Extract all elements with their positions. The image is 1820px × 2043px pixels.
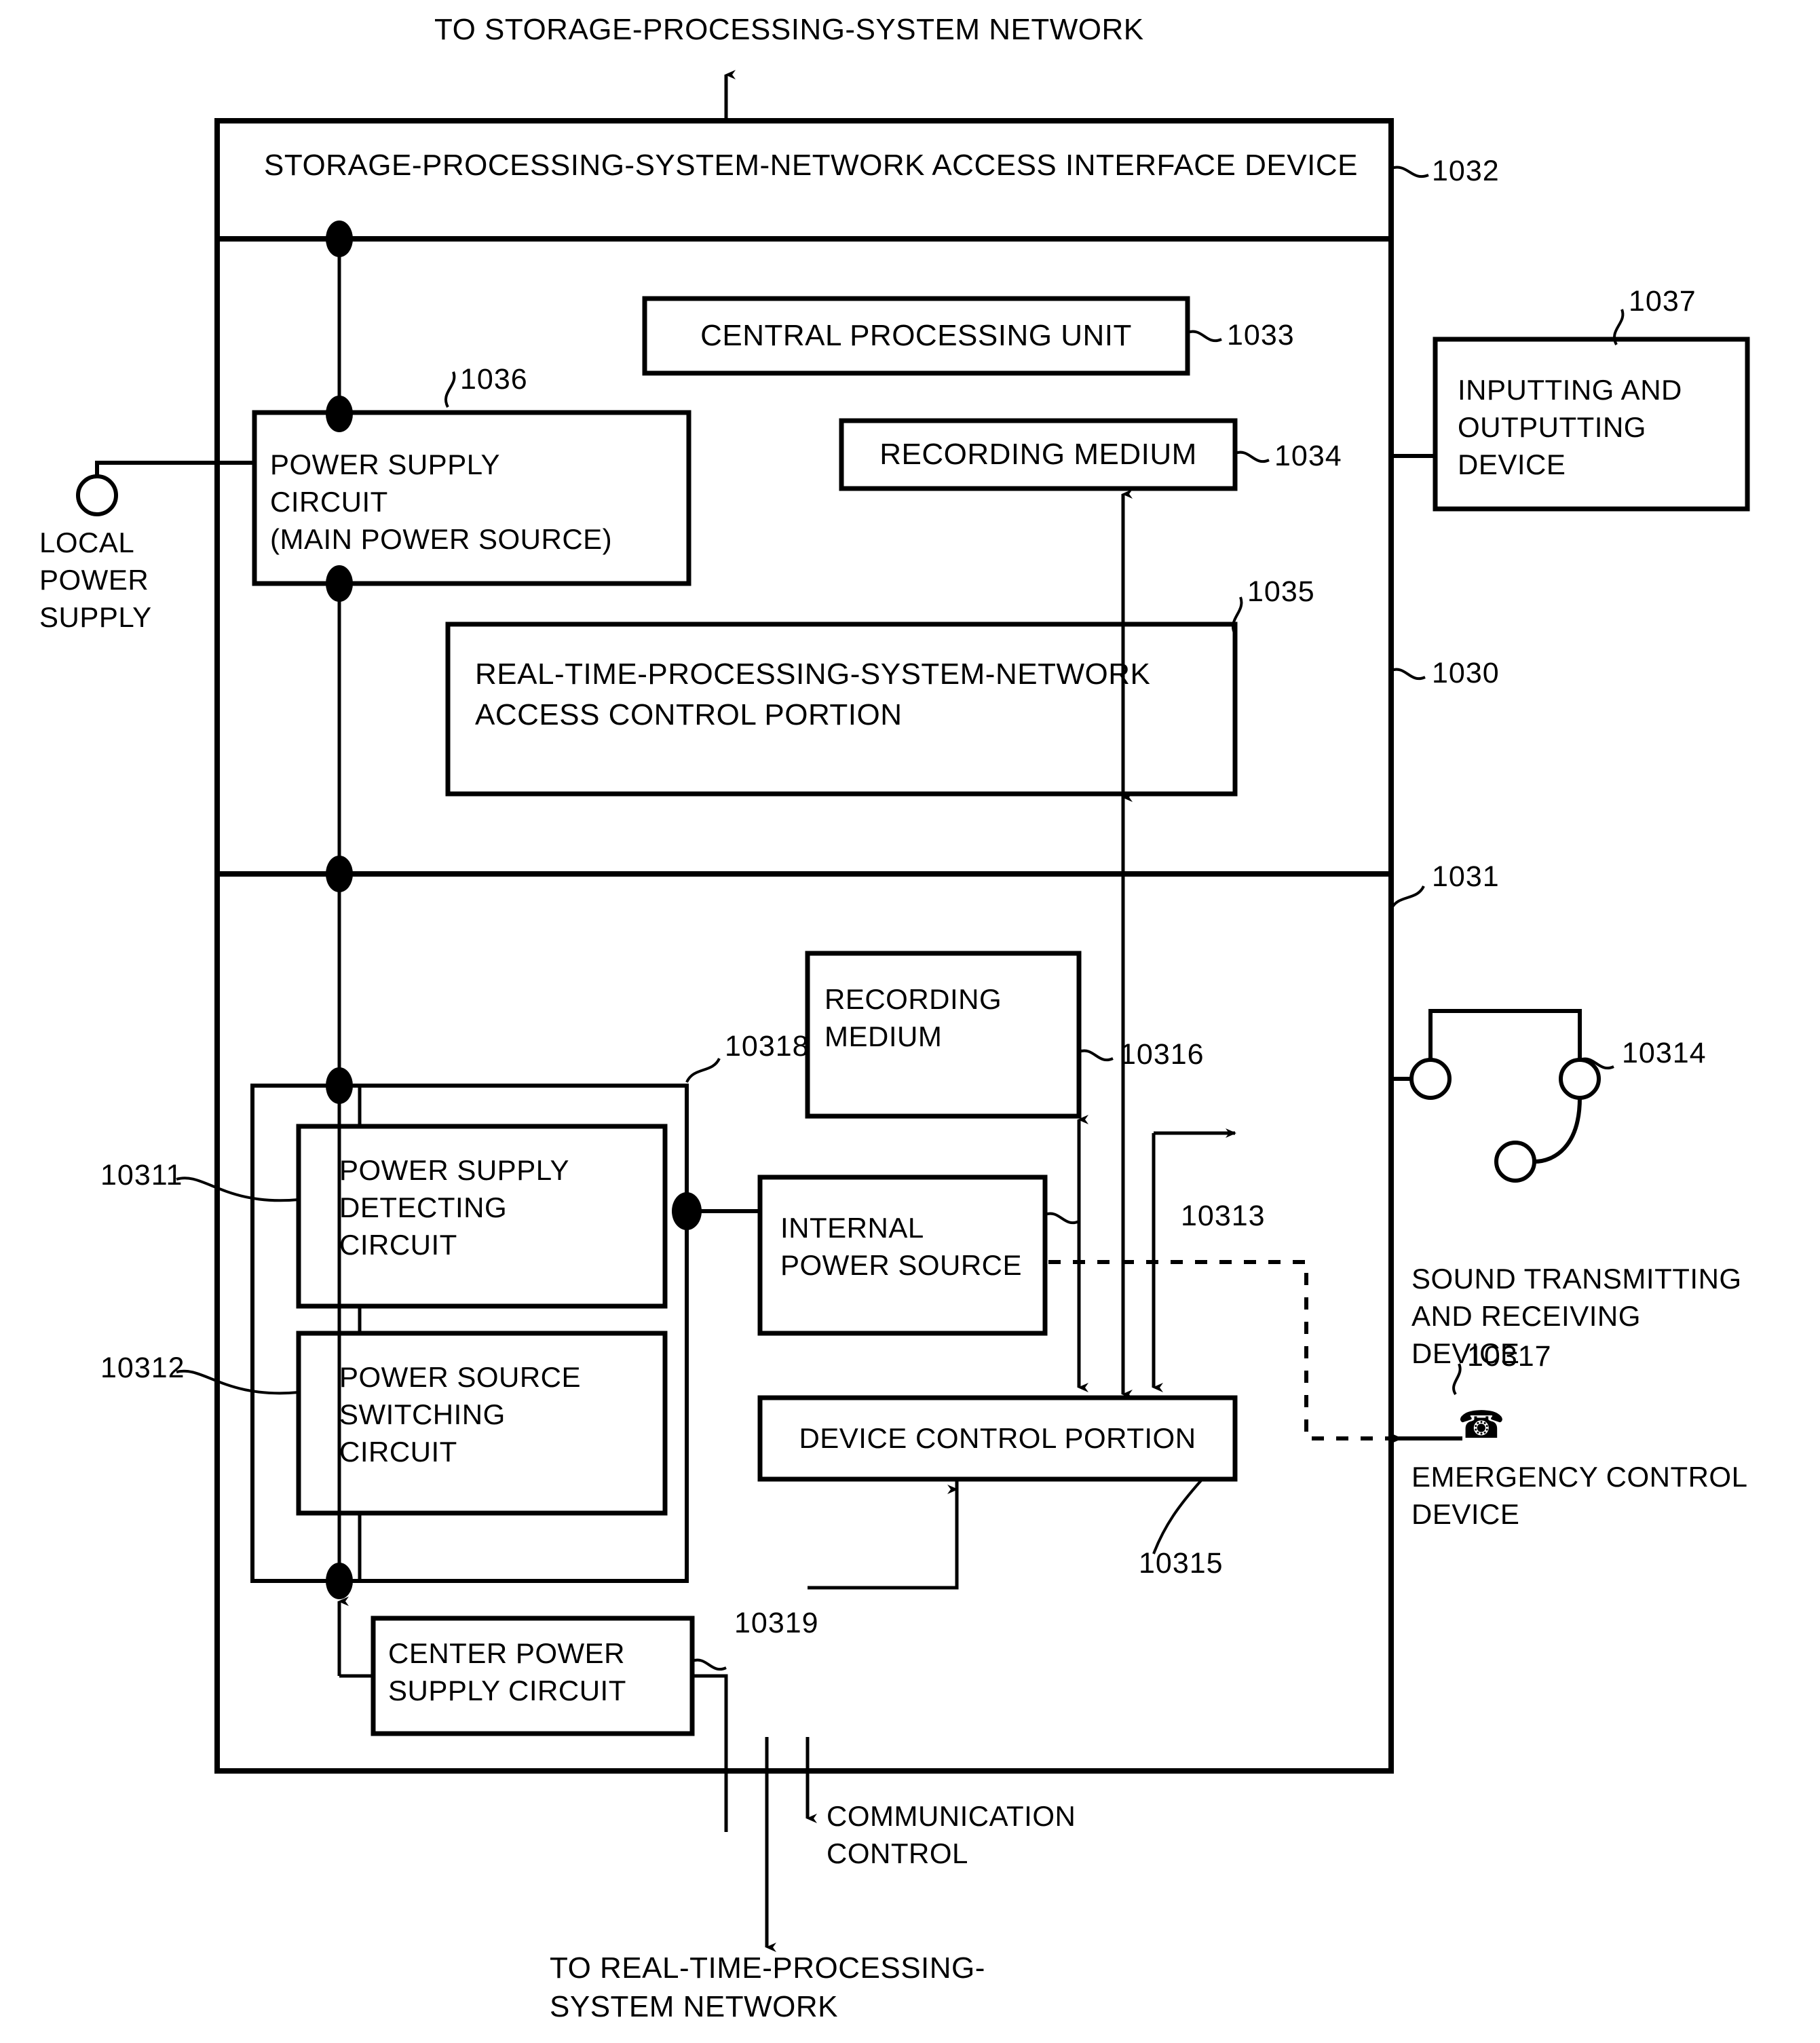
io-device-line2: OUTPUTTING	[1458, 411, 1646, 443]
patent-figure-page: TO STORAGE-PROCESSING-SYSTEM NETWORK STO…	[0, 0, 1820, 2043]
ref-1031: 1031	[1432, 860, 1500, 893]
cpu-label: CENTRAL PROCESSING UNIT	[700, 318, 1132, 352]
psd-line2: DETECTING	[339, 1191, 508, 1223]
ref-1037: 1037	[1629, 285, 1696, 318]
leader-10311	[176, 1177, 299, 1202]
cpsc-line2: SUPPLY CIRCUIT	[388, 1675, 626, 1706]
io-device-line1: INPUTTING AND	[1458, 374, 1682, 406]
emergency-device-line2: DEVICE	[1411, 1498, 1520, 1530]
ref-10316: 10316	[1120, 1038, 1205, 1071]
bottom-network-annotation-line1: TO REAL-TIME-PROCESSING-	[550, 1951, 985, 1985]
ref-1035: 1035	[1247, 575, 1315, 608]
leader-10313	[1044, 1212, 1080, 1225]
ref-1036: 1036	[460, 363, 528, 396]
leader-10312	[176, 1369, 299, 1395]
ref-10319: 10319	[734, 1607, 819, 1639]
ips-line2: POWER SOURCE	[780, 1249, 1023, 1281]
io-device-line3: DEVICE	[1458, 448, 1566, 480]
realtime-control-line2: ACCESS CONTROL PORTION	[475, 698, 903, 731]
leader-1032	[1390, 166, 1429, 178]
ref-1032: 1032	[1432, 155, 1500, 187]
power-supply-circuit-line2: CIRCUIT	[270, 486, 388, 518]
junction-dot-interface	[326, 221, 353, 257]
leader-10316	[1078, 1049, 1114, 1062]
junction-dot-psc-bottom	[326, 565, 353, 602]
bottom-network-annotation-line2: SYSTEM NETWORK	[550, 1990, 839, 2023]
recording-medium-lower-line2: MEDIUM	[824, 1020, 943, 1052]
pss-line3: CIRCUIT	[339, 1436, 457, 1468]
ref-1034: 1034	[1274, 440, 1342, 472]
communication-control-line1: COMMUNICATION	[827, 1800, 1076, 1832]
ref-10313: 10313	[1181, 1200, 1266, 1232]
pss-line2: SWITCHING	[339, 1398, 506, 1430]
leader-10319	[691, 1658, 727, 1671]
spacer2	[808, 1547, 957, 1737]
sound-terminal-left	[1409, 1058, 1452, 1100]
sound-terminal-right	[1559, 1058, 1601, 1100]
local-power-line2: POWER	[39, 564, 149, 596]
local-power-line1: LOCAL	[39, 527, 135, 558]
realtime-control-line1: REAL-TIME-PROCESSING-SYSTEM-NETWORK	[475, 657, 1151, 691]
psd-line3: CIRCUIT	[339, 1229, 457, 1261]
dcp-to-comm-line	[808, 1479, 959, 1590]
cpsc-right-lead	[692, 1674, 728, 1832]
sound-handset-bracket	[1428, 1009, 1582, 1060]
local-power-line3: SUPPLY	[39, 601, 152, 633]
power-supply-circuit-line3: (MAIN POWER SOURCE)	[270, 523, 613, 555]
junction-dot-psc-top	[326, 396, 353, 432]
communication-control-line2: CONTROL	[827, 1837, 968, 1869]
cpsc-line1: CENTER POWER	[388, 1637, 626, 1669]
sound-cord	[1534, 1097, 1582, 1164]
leader-1034	[1234, 451, 1270, 463]
top-network-annotation: TO STORAGE-PROCESSING-SYSTEM NETWORK	[434, 13, 1144, 46]
ips-line1: INTERNAL	[780, 1212, 924, 1244]
emergency-device-line1: EMERGENCY CONTROL	[1411, 1461, 1748, 1493]
power-supply-circuit-line1: POWER SUPPLY	[270, 448, 500, 480]
sound-device-line2: AND RECEIVING	[1411, 1300, 1641, 1332]
junction-dot-section-divider	[326, 856, 353, 892]
ref-1033: 1033	[1227, 319, 1295, 351]
leader-1033	[1187, 330, 1222, 343]
leader-10318	[685, 1057, 721, 1083]
recording-medium-upper-label: RECORDING MEDIUM	[879, 437, 1197, 471]
ref-10312: 10312	[100, 1352, 185, 1384]
sound-device-line1: SOUND TRANSMITTING	[1411, 1263, 1742, 1295]
ref-10317: 10317	[1467, 1340, 1552, 1373]
leader-1031	[1390, 885, 1425, 911]
pss-line1: POWER SOURCE	[339, 1361, 582, 1393]
telephone-icon: ☎	[1458, 1403, 1505, 1446]
ref-10311: 10311	[100, 1159, 183, 1191]
leader-1030	[1390, 668, 1426, 681]
ref-10314: 10314	[1622, 1037, 1707, 1069]
local-power-terminal	[76, 474, 118, 516]
local-power-lead	[95, 461, 254, 476]
ref-10315: 10315	[1139, 1547, 1224, 1580]
sound-terminal-lower	[1494, 1141, 1536, 1183]
leader-1036	[444, 371, 456, 408]
ref-10318: 10318	[725, 1030, 810, 1063]
recording-medium-lower-line1: RECORDING	[824, 983, 1002, 1015]
ref-1030: 1030	[1432, 657, 1500, 689]
psd-line1: POWER SUPPLY	[339, 1154, 569, 1186]
device-control-portion-label: DEVICE CONTROL PORTION	[799, 1421, 1196, 1454]
interface-device-title: STORAGE-PROCESSING-SYSTEM-NETWORK ACCESS…	[264, 149, 1358, 182]
leader-10315	[1152, 1479, 1202, 1554]
junction-dot-ips	[672, 1192, 702, 1230]
